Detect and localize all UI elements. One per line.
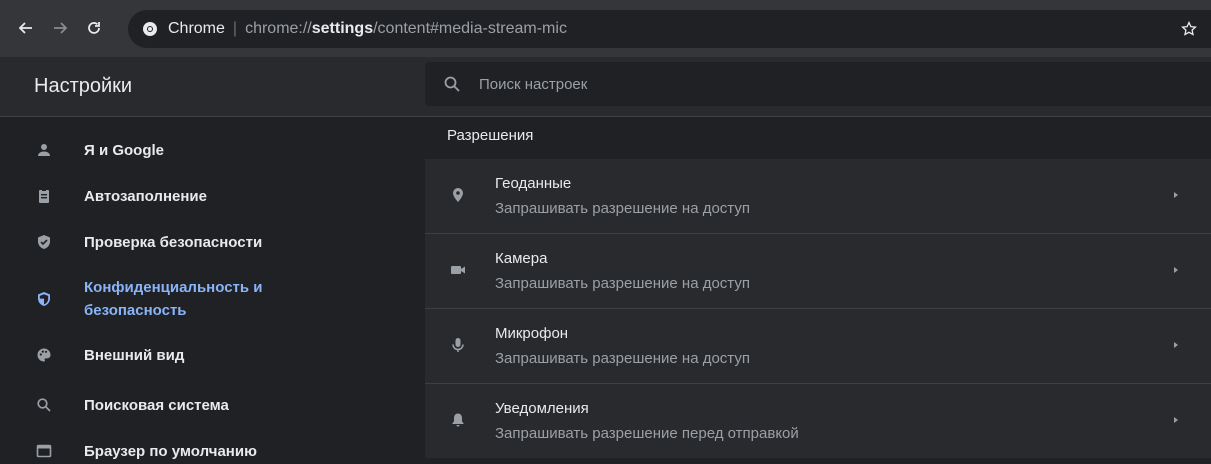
permission-row-notifications[interactable]: Уведомления Запрашивать разрешение перед…: [425, 384, 1211, 458]
permission-row-location[interactable]: Геоданные Запрашивать разрешение на дост…: [425, 159, 1211, 233]
sidebar-item-you-and-google[interactable]: Я и Google: [0, 137, 425, 163]
settings-header: Настройки: [0, 57, 1211, 117]
omnibox-separator: |: [232, 20, 238, 37]
sidebar-item-default-browser[interactable]: Браузер по умолчанию: [0, 438, 425, 464]
sidebar-item-autofill[interactable]: Автозаполнение: [0, 183, 425, 209]
sidebar-item-safety-check[interactable]: Проверка безопасности: [0, 229, 425, 255]
sidebar-item-appearance[interactable]: Внешний вид: [0, 342, 425, 368]
forward-button[interactable]: [46, 14, 74, 42]
settings-search[interactable]: [425, 62, 1211, 106]
url-path: /content#media-stream-mic: [373, 20, 567, 37]
sidebar: Я и Google Автозаполнение Проверка безоп…: [0, 117, 425, 460]
permission-title: Уведомления: [495, 400, 589, 417]
sidebar-item-privacy-and-security[interactable]: Конфиденциальность и безопасность: [0, 275, 425, 323]
browser-window-icon: [35, 442, 53, 460]
sidebar-item-label: Браузер по умолчанию: [84, 442, 257, 460]
mic-icon: [449, 336, 467, 354]
star-icon: [1181, 21, 1197, 36]
arrow-right-icon: [1174, 267, 1178, 273]
arrow-right-icon: [54, 22, 68, 34]
chrome-logo-icon: [143, 22, 157, 36]
section-title: Разрешения: [447, 127, 534, 144]
sidebar-item-label: Автозаполнение: [84, 187, 207, 205]
sidebar-item-label-line2: безопасность: [84, 302, 187, 319]
bell-icon: [449, 411, 467, 429]
location-pin-icon: [449, 186, 467, 204]
url-prefix: chrome://: [245, 20, 312, 37]
site-name: Chrome: [168, 20, 225, 37]
arrow-right-icon: [1174, 417, 1178, 423]
arrow-right-icon: [1174, 192, 1178, 198]
sidebar-item-label: Я и Google: [84, 141, 165, 159]
permission-subtitle: Запрашивать разрешение на доступ: [495, 200, 750, 217]
omnibox[interactable]: Chrome | chrome://settings/content#media…: [128, 10, 1211, 48]
sidebar-item-label: Поисковая система: [84, 396, 229, 414]
person-icon: [35, 141, 53, 159]
reload-button[interactable]: [80, 14, 108, 42]
page-title: Настройки: [34, 75, 133, 97]
sidebar-item-label-line1: Конфиденциальность и: [84, 279, 263, 296]
back-button[interactable]: [12, 14, 40, 42]
reload-icon: [88, 22, 100, 34]
permission-row-camera[interactable]: Камера Запрашивать разрешение на доступ: [425, 234, 1211, 308]
sidebar-item-label: Конфиденциальность и безопасность: [84, 276, 263, 322]
permission-subtitle: Запрашивать разрешение на доступ: [495, 350, 750, 367]
shield-half-icon: [35, 290, 53, 308]
permission-row-microphone[interactable]: Микрофон Запрашивать разрешение на досту…: [425, 309, 1211, 383]
arrow-left-icon: [18, 22, 32, 34]
permission-subtitle: Запрашивать разрешение на доступ: [495, 275, 750, 292]
search-icon: [444, 76, 460, 92]
search-icon: [35, 396, 53, 414]
url-host: settings: [311, 20, 374, 37]
browser-toolbar: Chrome | chrome://settings/content#media…: [0, 0, 1211, 57]
main-content: Разрешения Геоданные Запрашивать разреше…: [425, 117, 1211, 458]
shield-check-icon: [35, 233, 53, 251]
search-input[interactable]: [479, 75, 1079, 93]
sidebar-item-label: Проверка безопасности: [84, 233, 263, 251]
permission-title: Геоданные: [495, 175, 572, 192]
arrow-right-icon: [1174, 342, 1178, 348]
sidebar-item-search-engine[interactable]: Поисковая система: [0, 392, 425, 418]
clipboard-icon: [35, 187, 53, 205]
bookmark-button[interactable]: [1177, 17, 1201, 41]
videocam-icon: [449, 261, 467, 279]
url-text: chrome://settings/content#media-stream-m…: [245, 20, 567, 38]
sidebar-item-label: Внешний вид: [84, 346, 185, 364]
permission-title: Микрофон: [495, 325, 569, 342]
palette-icon: [35, 346, 53, 364]
permission-subtitle: Запрашивать разрешение перед отправкой: [495, 425, 799, 442]
permission-title: Камера: [495, 250, 548, 267]
